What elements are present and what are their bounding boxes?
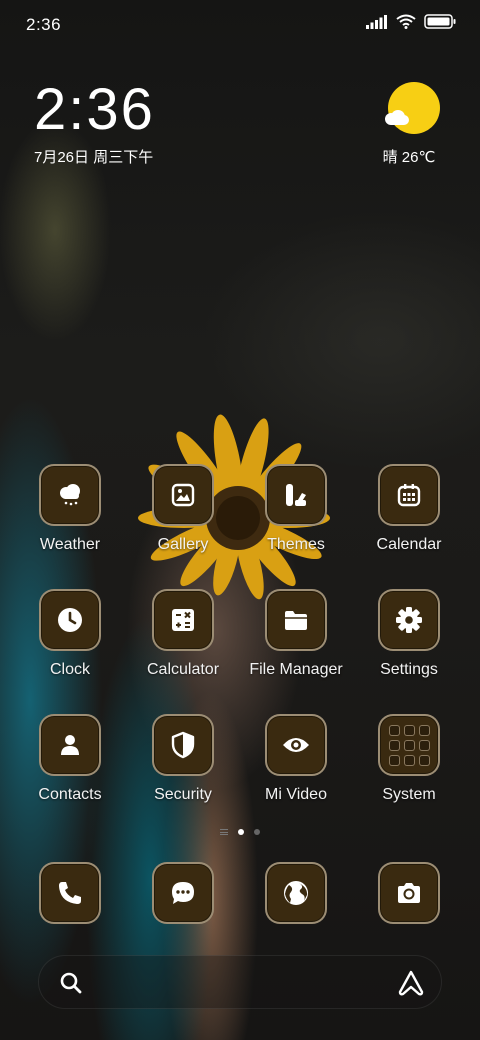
folder-app-thumb xyxy=(418,724,430,736)
folder-app-thumb xyxy=(388,724,400,736)
page-indicator-lines-icon xyxy=(220,829,228,835)
folder-app-thumb xyxy=(403,754,415,766)
message-icon[interactable] xyxy=(152,862,214,924)
app-label: Contacts xyxy=(38,786,102,803)
clock-widget[interactable]: 2:36 7月26日 周三下午 xyxy=(34,80,155,167)
calendar-icon[interactable] xyxy=(378,464,440,526)
app-themes[interactable]: Themes xyxy=(240,464,352,574)
folder-grid-icon[interactable] xyxy=(378,714,440,776)
dock-globe[interactable] xyxy=(240,862,352,926)
app-label: Calendar xyxy=(376,536,442,553)
app-mi-video[interactable]: Mi Video xyxy=(240,714,352,824)
app-label: Clock xyxy=(49,661,90,678)
app-calculator[interactable]: Calculator xyxy=(127,589,239,699)
folder-app-thumb xyxy=(388,739,400,751)
folder-app-thumb xyxy=(418,739,430,751)
cloud-rain-icon[interactable] xyxy=(39,464,101,526)
page-indicator[interactable] xyxy=(0,829,480,835)
palette-icon[interactable] xyxy=(265,464,327,526)
app-calendar[interactable]: Calendar xyxy=(353,464,465,574)
clock-icon[interactable] xyxy=(39,589,101,651)
sun-icon xyxy=(385,82,440,134)
app-label: Weather xyxy=(39,536,101,553)
folder-app-thumb xyxy=(418,754,430,766)
app-file-manager[interactable]: File Manager xyxy=(240,589,352,699)
widget-date: 7月26日 周三下午 xyxy=(34,149,154,166)
gear-icon[interactable] xyxy=(378,589,440,651)
app-system[interactable]: System xyxy=(353,714,465,824)
app-clock[interactable]: Clock xyxy=(14,589,126,699)
weather-condition-temp: 晴 26℃ xyxy=(382,149,436,166)
battery-icon xyxy=(424,14,456,29)
page-dot xyxy=(254,829,260,835)
assistant-icon[interactable] xyxy=(397,969,425,1002)
app-label: Security xyxy=(154,786,212,803)
folder-app-thumb xyxy=(388,754,400,766)
app-label: Mi Video xyxy=(265,786,327,803)
folder-icon[interactable] xyxy=(265,589,327,651)
phone-icon[interactable] xyxy=(39,862,101,924)
widget-time: 2:36 xyxy=(34,77,155,142)
wifi-icon xyxy=(396,14,416,29)
app-weather[interactable]: Weather xyxy=(14,464,126,574)
page-dot-active xyxy=(238,829,244,835)
search-bar[interactable] xyxy=(38,955,442,1009)
signal-icon xyxy=(366,14,388,29)
app-security[interactable]: Security xyxy=(127,714,239,824)
folder-app-thumb xyxy=(403,739,415,751)
dock-phone[interactable] xyxy=(14,862,126,926)
eye-icon[interactable] xyxy=(265,714,327,776)
app-label: File Manager xyxy=(249,661,343,678)
shield-icon[interactable] xyxy=(152,714,214,776)
person-icon[interactable] xyxy=(39,714,101,776)
app-settings[interactable]: Settings xyxy=(353,589,465,699)
app-gallery[interactable]: Gallery xyxy=(127,464,239,574)
image-icon[interactable] xyxy=(152,464,214,526)
app-label: Settings xyxy=(380,661,438,678)
status-bar: 2:36 xyxy=(0,0,480,50)
app-contacts[interactable]: Contacts xyxy=(14,714,126,824)
app-label: Calculator xyxy=(146,661,220,678)
weather-widget[interactable]: 晴 26℃ xyxy=(383,82,444,167)
status-icons xyxy=(366,14,456,29)
folder-app-thumb xyxy=(403,724,415,736)
status-time: 2:36 xyxy=(26,15,62,34)
search-icon[interactable] xyxy=(59,971,83,1000)
app-label: Gallery xyxy=(157,536,209,553)
dock-camera[interactable] xyxy=(353,862,465,926)
app-label: System xyxy=(382,786,436,803)
globe-icon[interactable] xyxy=(265,862,327,924)
app-label: Themes xyxy=(267,536,325,553)
camera-icon[interactable] xyxy=(378,862,440,924)
calculator-icon[interactable] xyxy=(152,589,214,651)
dock-message[interactable] xyxy=(127,862,239,926)
